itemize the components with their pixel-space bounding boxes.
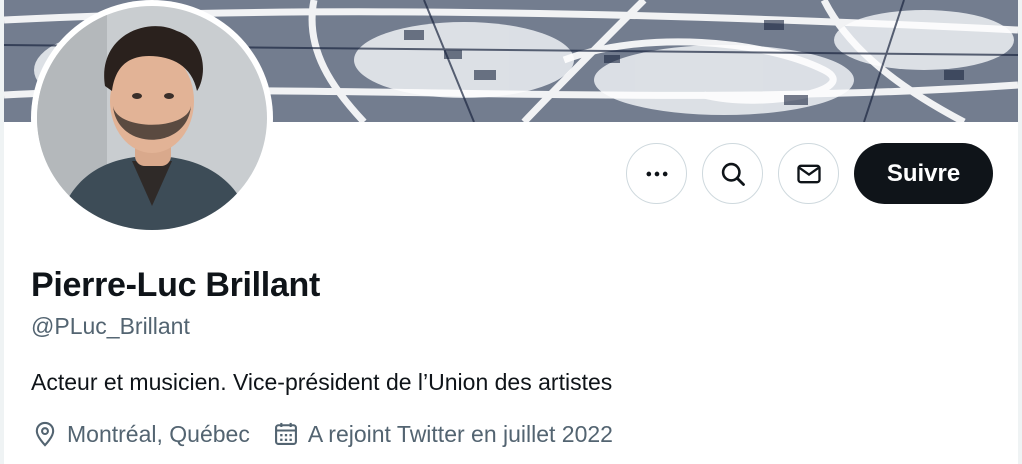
join-date-text: A rejoint Twitter en juillet 2022	[307, 420, 613, 447]
location: Montréal, Québec	[31, 420, 250, 448]
envelope-icon	[796, 164, 821, 183]
more-button[interactable]	[626, 143, 687, 204]
calendar-icon	[274, 422, 297, 445]
location-text: Montréal, Québec	[67, 420, 250, 447]
display-name: Pierre-Luc Brillant	[31, 266, 321, 304]
bio: Acteur et musicien. Vice-président de l’…	[31, 369, 613, 395]
location-pin-icon	[35, 421, 55, 447]
message-button[interactable]	[778, 143, 839, 204]
more-horizontal-icon	[646, 171, 667, 176]
profile-actions: Suivre	[626, 143, 993, 204]
profile-page: Suivre Pierre-Luc Brillant @PLuc_Brillan…	[0, 0, 1022, 464]
user-handle: @PLuc_Brillant	[31, 313, 190, 339]
right-border	[1018, 0, 1022, 464]
search-profile-button[interactable]	[702, 143, 763, 204]
follow-button[interactable]: Suivre	[854, 143, 993, 204]
profile-meta: Montréal, Québec A rejoint Twitter en ju…	[31, 420, 635, 448]
avatar[interactable]	[31, 0, 273, 236]
search-icon	[721, 162, 745, 186]
join-date: A rejoint Twitter en juillet 2022	[272, 420, 613, 448]
avatar-image	[37, 6, 267, 230]
